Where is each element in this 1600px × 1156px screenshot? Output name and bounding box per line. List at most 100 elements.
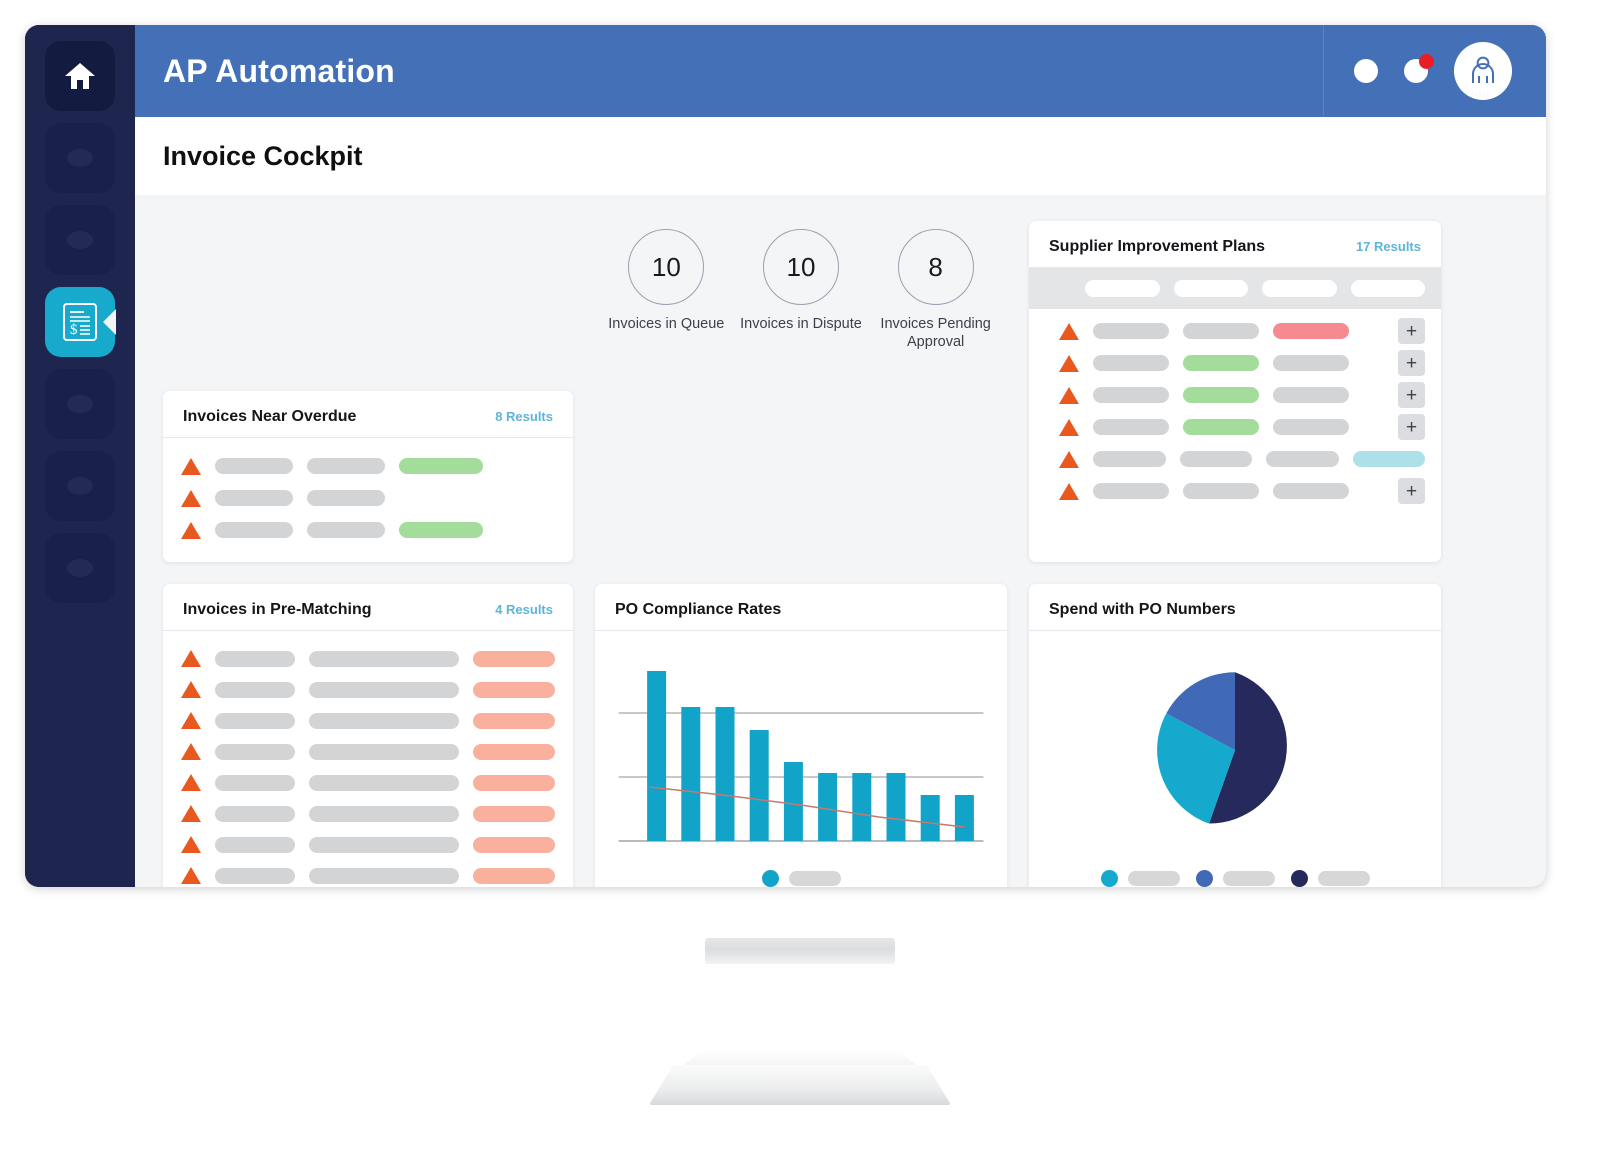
kpi-invoices-pending-approval[interactable]: 8 Invoices Pending Approval (873, 229, 999, 351)
legend-label-placeholder (1127, 871, 1180, 886)
results-link[interactable]: 17 Results (1356, 239, 1421, 254)
cell-placeholder (1093, 355, 1169, 371)
warning-triangle-icon (1059, 354, 1079, 372)
placeholder-dot-icon (67, 149, 93, 167)
cell-placeholder (1093, 451, 1166, 467)
cell-placeholder (215, 867, 296, 884)
legend-item[interactable] (1195, 870, 1275, 887)
list-item[interactable] (181, 736, 555, 767)
sidebar-item-nav-3[interactable] (45, 205, 115, 275)
card-body: + + + + + (1029, 268, 1441, 521)
table-row[interactable]: + (1029, 315, 1441, 347)
sidebar-item-home[interactable] (45, 41, 115, 111)
sidebar-item-invoices[interactable]: $ (45, 287, 116, 357)
list-item[interactable] (181, 450, 555, 482)
cell-placeholder (215, 774, 296, 791)
warning-triangle-icon (1059, 322, 1079, 340)
list-item[interactable] (181, 514, 555, 546)
legend-label-placeholder (788, 871, 841, 886)
bar (954, 795, 974, 841)
list-item[interactable] (181, 705, 555, 736)
kpi-label: Invoices in Dispute (740, 316, 862, 332)
table-row[interactable]: + (1029, 475, 1441, 507)
list-item[interactable] (181, 674, 555, 705)
notifications-circle-icon[interactable] (1354, 59, 1378, 83)
results-link[interactable]: 8 Results (495, 409, 553, 424)
list-item[interactable] (181, 643, 555, 674)
list-item[interactable] (181, 482, 555, 514)
page-title-bar: Invoice Cockpit (135, 117, 1546, 195)
placeholder-dot-icon (67, 395, 93, 413)
kpi-invoices-in-queue[interactable]: 10 Invoices in Queue (603, 229, 729, 333)
user-avatar-icon[interactable] (1454, 42, 1512, 100)
warning-triangle-icon (181, 457, 201, 475)
dashboard-grid: 10 Invoices in Queue 10 Invoices in Disp… (135, 195, 1546, 887)
legend-item[interactable] (1100, 870, 1180, 887)
legend-item[interactable] (761, 870, 841, 887)
list-item[interactable] (181, 829, 555, 860)
screen: $ AP Automation Invoice Cockpit 10 Invoi… (25, 25, 1546, 887)
header-actions (1323, 25, 1512, 117)
cell-status-salmon (472, 805, 555, 822)
card-header: Invoices in Pre-Matching 4 Results (163, 584, 573, 631)
cell-status-salmon (472, 836, 555, 853)
add-button[interactable]: + (1398, 350, 1425, 376)
person-glyph-icon (1472, 56, 1494, 83)
warning-triangle-icon (181, 712, 201, 729)
kpi-value: 8 (897, 229, 974, 305)
placeholder-dot-icon (67, 477, 93, 495)
bar (920, 795, 940, 841)
cell-placeholder (309, 836, 459, 853)
table-row[interactable]: + (1029, 347, 1441, 379)
list-item[interactable] (181, 767, 555, 798)
list-item[interactable] (181, 798, 555, 829)
bar (647, 671, 667, 841)
add-button[interactable]: + (1398, 478, 1425, 504)
warning-triangle-icon (181, 743, 201, 760)
legend-item[interactable] (1290, 870, 1370, 887)
bar (681, 707, 701, 841)
add-button[interactable]: + (1398, 382, 1425, 408)
add-button[interactable]: + (1398, 414, 1425, 440)
card-header: Supplier Improvement Plans 17 Results (1029, 221, 1441, 268)
sidebar-nav: $ (25, 25, 135, 887)
cell-placeholder (1093, 387, 1169, 403)
add-button[interactable]: + (1398, 318, 1425, 344)
warning-triangle-icon (181, 650, 201, 667)
table-row[interactable] (1029, 443, 1441, 475)
card-spend-with-po-numbers: Spend with PO Numbers (1029, 584, 1441, 887)
cell-placeholder (1093, 323, 1169, 339)
card-po-compliance-rates: PO Compliance Rates (595, 584, 1007, 887)
cell-placeholder (215, 522, 293, 538)
warning-triangle-icon (1059, 386, 1079, 404)
sidebar-item-nav-2[interactable] (45, 123, 115, 193)
results-link[interactable]: 4 Results (495, 602, 553, 617)
cell-placeholder (1273, 483, 1349, 499)
kpi-invoices-in-dispute[interactable]: 10 Invoices in Dispute (738, 229, 864, 333)
kpi-value: 10 (762, 229, 839, 305)
cell-status-green (399, 522, 483, 538)
cell-placeholder (1273, 387, 1349, 403)
bar (818, 773, 838, 841)
cell-placeholder (307, 458, 385, 474)
sidebar-item-nav-6[interactable] (45, 451, 115, 521)
cell-placeholder (1093, 483, 1169, 499)
sidebar-item-nav-7[interactable] (45, 533, 115, 603)
app-title: AP Automation (163, 52, 395, 89)
card-header: Spend with PO Numbers (1029, 584, 1441, 631)
cell-placeholder (1093, 419, 1169, 435)
sidebar-item-nav-5[interactable] (45, 369, 115, 439)
cell-placeholder (215, 836, 296, 853)
bar (852, 773, 872, 841)
table-row[interactable]: + (1029, 379, 1441, 411)
card-title: Invoices Near Overdue (183, 408, 357, 425)
table-row[interactable]: + (1029, 411, 1441, 443)
card-title: Invoices in Pre-Matching (183, 601, 372, 618)
cell-placeholder (309, 712, 459, 729)
cell-placeholder (1273, 419, 1349, 435)
alerts-circle-icon[interactable] (1404, 54, 1434, 83)
list-item[interactable] (181, 860, 555, 887)
cell-placeholder (1183, 483, 1259, 499)
bar (749, 730, 769, 841)
warning-triangle-icon (1059, 482, 1079, 500)
